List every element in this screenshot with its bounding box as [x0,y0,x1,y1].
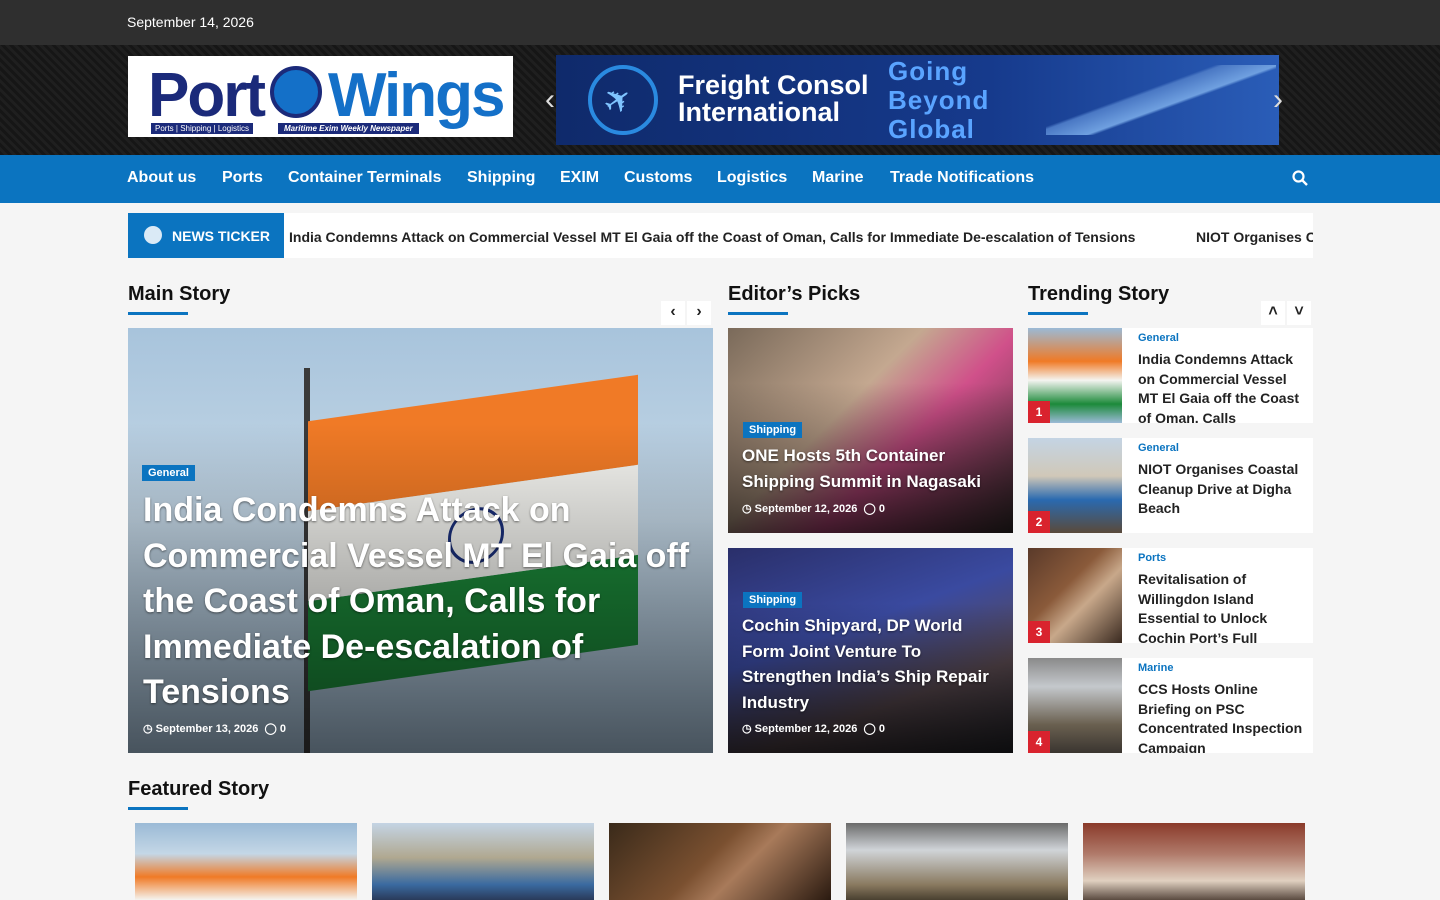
main-story-date: September 13, 2026 [155,723,259,735]
trending-thumbnail[interactable]: 2 [1028,438,1122,533]
comment-icon: ◯ [863,503,876,515]
main-navigation: About us Ports Container Terminals Shipp… [0,155,1440,203]
banner-jet-graphic [1046,65,1276,135]
trending-category[interactable]: Ports [1138,552,1166,564]
featured-story-thumbnail[interactable] [372,823,594,900]
search-icon[interactable] [1292,170,1308,186]
banner-slogan: Going Beyond Global [888,57,989,144]
logo-word-wings: Wings [328,61,505,130]
clock-icon: ◷ [143,723,153,735]
banner-slogan-line-3: Global [888,114,975,144]
editors-pick-comments: 0 [878,503,886,515]
trending-item[interactable]: 2 General NIOT Organises Coastal Cleanup… [1028,438,1313,533]
trending-item[interactable]: 3 Ports Revitalisation of Willingdon Isl… [1028,548,1313,643]
featured-story-thumbnail[interactable] [135,823,357,900]
nav-item-about-us[interactable]: About us [127,169,196,187]
featured-story-thumbnail[interactable] [609,823,831,900]
clock-icon: ◷ [742,723,752,735]
logo-anchor-icon [270,66,322,118]
editors-pick-card[interactable]: Shipping ONE Hosts 5th Container Shippin… [728,328,1013,533]
news-ticker-label-text: NEWS TICKER [172,228,270,244]
trending-category[interactable]: General [1138,332,1179,344]
editors-pick-comments: 0 [878,723,886,735]
trending-title[interactable]: CCS Hosts Online Briefing on PSC Concent… [1138,680,1303,753]
section-title-main-story: Main Story [128,283,231,315]
trending-title[interactable]: NIOT Organises Coastal Cleanup Drive at … [1138,460,1303,519]
trending-item[interactable]: 1 General India Condemns Attack on Comme… [1028,328,1313,423]
main-story-meta: ◷ September 13, 2026 ◯ 0 [143,722,286,735]
trending-category[interactable]: General [1138,442,1179,454]
comment-icon: ◯ [863,723,876,735]
editors-pick-title[interactable]: ONE Hosts 5th Container Shipping Summit … [742,443,1007,494]
nav-item-customs[interactable]: Customs [624,169,692,187]
featured-story-thumbnail[interactable] [846,823,1068,900]
main-story-comments: 0 [279,723,287,735]
editors-pick-card[interactable]: Shipping Cochin Shipyard, DP World Form … [728,548,1013,753]
news-ticker-label: NEWS TICKER [128,213,284,258]
site-logo[interactable]: Port Wings Ports | Shipping | Logistics … [128,56,513,137]
nav-item-marine[interactable]: Marine [812,169,864,187]
banner-slogan-line-1: Going [888,56,969,86]
trending-up-button[interactable]: ˄ [1261,301,1285,325]
main-story-title[interactable]: India Condemns Attack on Commercial Vess… [143,488,703,716]
trending-rank-badge: 3 [1028,621,1050,643]
section-title-trending-story: Trending Story [1028,283,1170,315]
trending-rank-badge: 2 [1028,511,1050,533]
nav-item-container-terminals[interactable]: Container Terminals [288,169,442,187]
trending-thumbnail[interactable]: 3 [1028,548,1122,643]
banner-slogan-line-2: Beyond [888,85,990,115]
banner-brand-line-2: International [678,97,841,127]
editors-pick-meta: ◷ September 12, 2026 ◯ 0 [742,722,885,735]
ticker-dot-icon [144,226,162,244]
top-bar: September 14, 2026 [0,0,1440,45]
news-ticker: NEWS TICKER India Condemns Attack on Com… [128,213,1313,258]
trending-rank-badge: 1 [1028,401,1050,423]
editors-pick-meta: ◷ September 12, 2026 ◯ 0 [742,502,885,515]
trending-title[interactable]: India Condemns Attack on Commercial Vess… [1138,350,1303,423]
trending-rank-badge: 4 [1028,731,1050,753]
editors-pick-date: September 12, 2026 [754,503,858,515]
nav-item-exim[interactable]: EXIM [560,169,599,187]
main-story-card[interactable]: General India Condemns Attack on Commerc… [128,328,713,753]
nav-item-ports[interactable]: Ports [222,169,263,187]
advertisement-banner[interactable]: ✈ Freight Consol International Going Bey… [556,55,1279,145]
section-title-editors-picks: Editor’s Picks [728,283,861,315]
trending-down-button[interactable]: ˅ [1287,301,1311,325]
trending-thumbnail[interactable]: 4 [1028,658,1122,753]
comment-icon: ◯ [264,723,277,735]
banner-prev-icon[interactable]: ‹ [545,83,555,117]
editors-pick-title[interactable]: Cochin Shipyard, DP World Form Joint Ven… [742,613,1007,715]
logo-tagline: Ports | Shipping | Logistics [151,123,253,134]
trending-category[interactable]: Marine [1138,662,1173,674]
ticker-item[interactable]: India Condemns Attack on Commercial Vess… [289,229,1135,245]
banner-next-icon[interactable]: › [1273,83,1283,117]
nav-item-logistics[interactable]: Logistics [717,169,787,187]
nav-item-shipping[interactable]: Shipping [467,169,535,187]
site-header: Port Wings Ports | Shipping | Logistics … [0,45,1440,155]
trending-title[interactable]: Revitalisation of Willingdon Island Esse… [1138,570,1303,643]
featured-story-thumbnail[interactable] [1083,823,1305,900]
trending-item[interactable]: 4 Marine CCS Hosts Online Briefing on PS… [1028,658,1313,753]
nav-item-trade-notifications[interactable]: Trade Notifications [890,169,1034,187]
main-story-prev-button[interactable]: ‹ [661,301,685,325]
banner-brand: Freight Consol International [678,72,869,126]
main-story-next-button[interactable]: › [687,301,711,325]
banner-brand-line-1: Freight Consol [678,70,869,100]
logo-word-port: Port [148,61,266,130]
ticker-item[interactable]: NIOT Organises Coastal Cleanup Drive at … [1196,229,1313,245]
editors-pick-category[interactable]: Shipping [743,592,803,608]
editors-pick-category[interactable]: Shipping [743,422,803,438]
section-title-featured-story: Featured Story [128,778,270,810]
main-story-category[interactable]: General [142,465,195,481]
logo-subtitle: Maritime Exim Weekly Newspaper [278,123,419,134]
current-date: September 14, 2026 [127,14,254,30]
trending-thumbnail[interactable]: 1 [1028,328,1122,423]
editors-pick-date: September 12, 2026 [754,723,858,735]
clock-icon: ◷ [742,503,752,515]
